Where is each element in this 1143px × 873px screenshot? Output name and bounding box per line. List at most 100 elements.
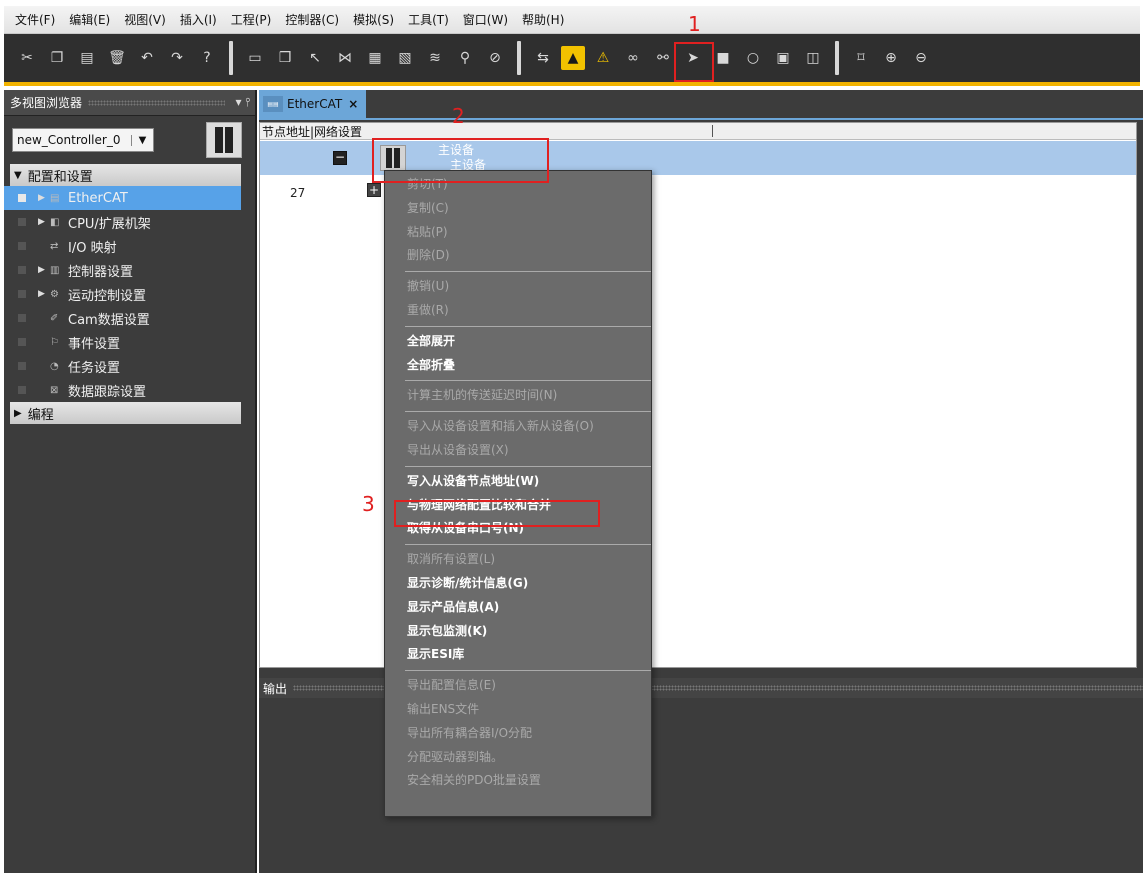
tab-strip: ▤▤ EtherCAT × — [259, 90, 1143, 120]
collapsed-triangle-icon: ▶ — [14, 407, 22, 419]
fit-icon[interactable]: ⌑ — [849, 46, 873, 70]
menu-copy[interactable]: 复制(C) — [385, 197, 651, 221]
collapsed-triangle-icon[interactable]: ▶ — [38, 193, 50, 203]
expand-icon[interactable]: + — [367, 183, 381, 197]
collapsed-triangle-icon[interactable]: ▶ — [38, 217, 50, 227]
paste-icon[interactable]: ▤ — [75, 46, 99, 70]
block-icon[interactable]: ▦ — [363, 46, 387, 70]
unlink-icon[interactable]: ⚯ — [651, 46, 675, 70]
menu-output-ens[interactable]: 输出ENS文件 — [385, 698, 651, 722]
menu-show-diagnostics[interactable]: 显示诊断/统计信息(G) — [385, 572, 651, 596]
copy-icon[interactable]: ❐ — [45, 46, 69, 70]
device-icon[interactable]: ◫ — [801, 46, 825, 70]
annotation-number-1: 1 — [688, 12, 701, 36]
pin-icon[interactable]: ▾ ⫯ — [231, 95, 255, 110]
tree-item-cpu-rack[interactable]: ▶ ◧ CPU/扩展机架 — [4, 210, 255, 234]
menu-simulation[interactable]: 模拟(S) — [346, 6, 401, 34]
compare-icon[interactable]: ⇆ — [531, 46, 555, 70]
menu-expand-all[interactable]: 全部展开 — [385, 330, 651, 354]
menu-export-slave[interactable]: 导出从设备设置(X) — [385, 439, 651, 463]
column-divider[interactable] — [712, 125, 713, 137]
wave-icon[interactable]: ≋ — [423, 46, 447, 70]
menu-paste[interactable]: 粘贴(P) — [385, 221, 651, 245]
menu-safety-pdo[interactable]: 安全相关的PDO批量设置 — [385, 769, 651, 793]
ethercat-icon: ▤ — [50, 192, 60, 204]
menu-window[interactable]: 窗口(W) — [456, 6, 515, 34]
refresh-icon[interactable]: ○ — [741, 46, 765, 70]
network-icon[interactable]: ▣ — [771, 46, 795, 70]
menu-controller[interactable]: 控制器(C) — [278, 6, 346, 34]
multiview-explorer: 多视图浏览器 ▾ ⫯ new_Controller_0 ▼ ▼ 配置和设置 ▶ … — [4, 90, 257, 873]
title-grip — [88, 99, 225, 106]
ethercat-tab-icon: ▤▤ — [263, 96, 283, 112]
collapsed-triangle-icon[interactable]: ▶ — [38, 289, 50, 299]
binoculars-icon[interactable]: ⚲ — [453, 46, 477, 70]
io-map-icon: ⇄ — [50, 240, 59, 252]
controller-select[interactable]: new_Controller_0 ▼ — [12, 128, 154, 152]
menu-show-product-info[interactable]: 显示产品信息(A) — [385, 596, 651, 620]
link-icon[interactable]: ∞ — [621, 46, 645, 70]
window-icon[interactable]: ❒ — [273, 46, 297, 70]
menu-write-node-address[interactable]: 写入从设备节点地址(W) — [385, 470, 651, 494]
chevron-down-icon[interactable]: ▼ — [131, 134, 153, 146]
tree-item-controller-settings[interactable]: ▶ ▥ 控制器设置 — [4, 258, 255, 282]
menu-undo[interactable]: 撤销(U) — [385, 275, 651, 299]
tree-item-motion-settings[interactable]: ▶ ⚙ 运动控制设置 — [4, 282, 255, 306]
annotation-box-2 — [372, 138, 549, 183]
tree-item-task-settings[interactable]: ▶ ◔ 任务设置 — [4, 354, 255, 378]
3d-icon[interactable]: ▭ — [243, 46, 267, 70]
function-icon[interactable]: ▧ — [393, 46, 417, 70]
menu-collapse-all[interactable]: 全部折叠 — [385, 354, 651, 378]
pointer-icon[interactable]: ↖ — [303, 46, 327, 70]
menu-import-slave[interactable]: 导入从设备设置和插入新从设备(O) — [385, 415, 651, 439]
menu-insert[interactable]: 插入(I) — [173, 6, 224, 34]
status-square — [18, 338, 26, 346]
help-icon[interactable]: ? — [195, 46, 219, 70]
tab-ethercat[interactable]: ▤▤ EtherCAT × — [259, 90, 367, 118]
menu-export-config[interactable]: 导出配置信息(E) — [385, 674, 651, 698]
context-menu: 剪切(T) 复制(C) 粘贴(P) 删除(D) 撤销(U) 重做(R) 全部展开… — [384, 170, 652, 817]
zoom-in-icon[interactable]: ⊕ — [879, 46, 903, 70]
status-square — [18, 386, 26, 394]
task-icon: ◔ — [50, 360, 59, 372]
config-section-header[interactable]: ▼ 配置和设置 — [10, 164, 241, 186]
menu-edit[interactable]: 编辑(E) — [62, 6, 117, 34]
delete-icon[interactable]: 🗑 — [105, 46, 129, 70]
collapse-icon[interactable]: − — [333, 151, 347, 165]
menu-assign-drives[interactable]: 分配驱动器到轴。 — [385, 746, 651, 770]
offline-icon[interactable]: ⚠ — [591, 46, 615, 70]
zoom-out-icon[interactable]: ⊖ — [909, 46, 933, 70]
close-icon[interactable]: × — [348, 97, 358, 111]
menu-cancel-all[interactable]: 取消所有设置(L) — [385, 548, 651, 572]
cut-icon[interactable]: ✂ — [15, 46, 39, 70]
tree-item-label: EtherCAT — [68, 190, 128, 206]
menu-help[interactable]: 帮助(H) — [515, 6, 571, 34]
menu-project[interactable]: 工程(P) — [224, 6, 279, 34]
header-node-address: 节点地址|网络设置 — [262, 124, 363, 139]
collapsed-triangle-icon[interactable]: ▶ — [38, 265, 50, 275]
redo-icon[interactable]: ↷ — [165, 46, 189, 70]
tree-item-data-trace[interactable]: ▶ ⊠ 数据跟踪设置 — [4, 378, 255, 402]
menu-file[interactable]: 文件(F) — [8, 6, 62, 34]
programming-section-header[interactable]: ▶ 编程 — [10, 402, 241, 424]
toolbar-separator — [835, 41, 839, 75]
menu-show-esi-library[interactable]: 显示ESI库 — [385, 643, 651, 667]
alert-icon[interactable]: ⊘ — [483, 46, 507, 70]
menu-show-packet-monitor[interactable]: 显示包监测(K) — [385, 620, 651, 644]
menu-calc-delay[interactable]: 计算主机的传送延迟时间(N) — [385, 384, 651, 408]
tree-item-ethercat[interactable]: ▶ ▤ EtherCAT — [4, 186, 241, 210]
tree-item-event-settings[interactable]: ▶ ⚐ 事件设置 — [4, 330, 255, 354]
menu-tools[interactable]: 工具(T) — [401, 6, 456, 34]
menu-export-coupler-io[interactable]: 导出所有耦合器I/O分配 — [385, 722, 651, 746]
tree-item-cam-data[interactable]: ▶ ✐ Cam数据设置 — [4, 306, 255, 330]
cube-icon[interactable]: ■ — [711, 46, 735, 70]
online-warning-icon[interactable]: ▲ — [561, 46, 585, 70]
menu-redo[interactable]: 重做(R) — [385, 299, 651, 323]
status-square — [18, 266, 26, 274]
tree-item-io-map[interactable]: ▶ ⇄ I/O 映射 — [4, 234, 255, 258]
menu-separator — [405, 465, 651, 467]
ladder-icon[interactable]: ⋈ — [333, 46, 357, 70]
menu-view[interactable]: 视图(V) — [117, 6, 173, 34]
menu-delete[interactable]: 删除(D) — [385, 244, 651, 268]
undo-icon[interactable]: ↶ — [135, 46, 159, 70]
